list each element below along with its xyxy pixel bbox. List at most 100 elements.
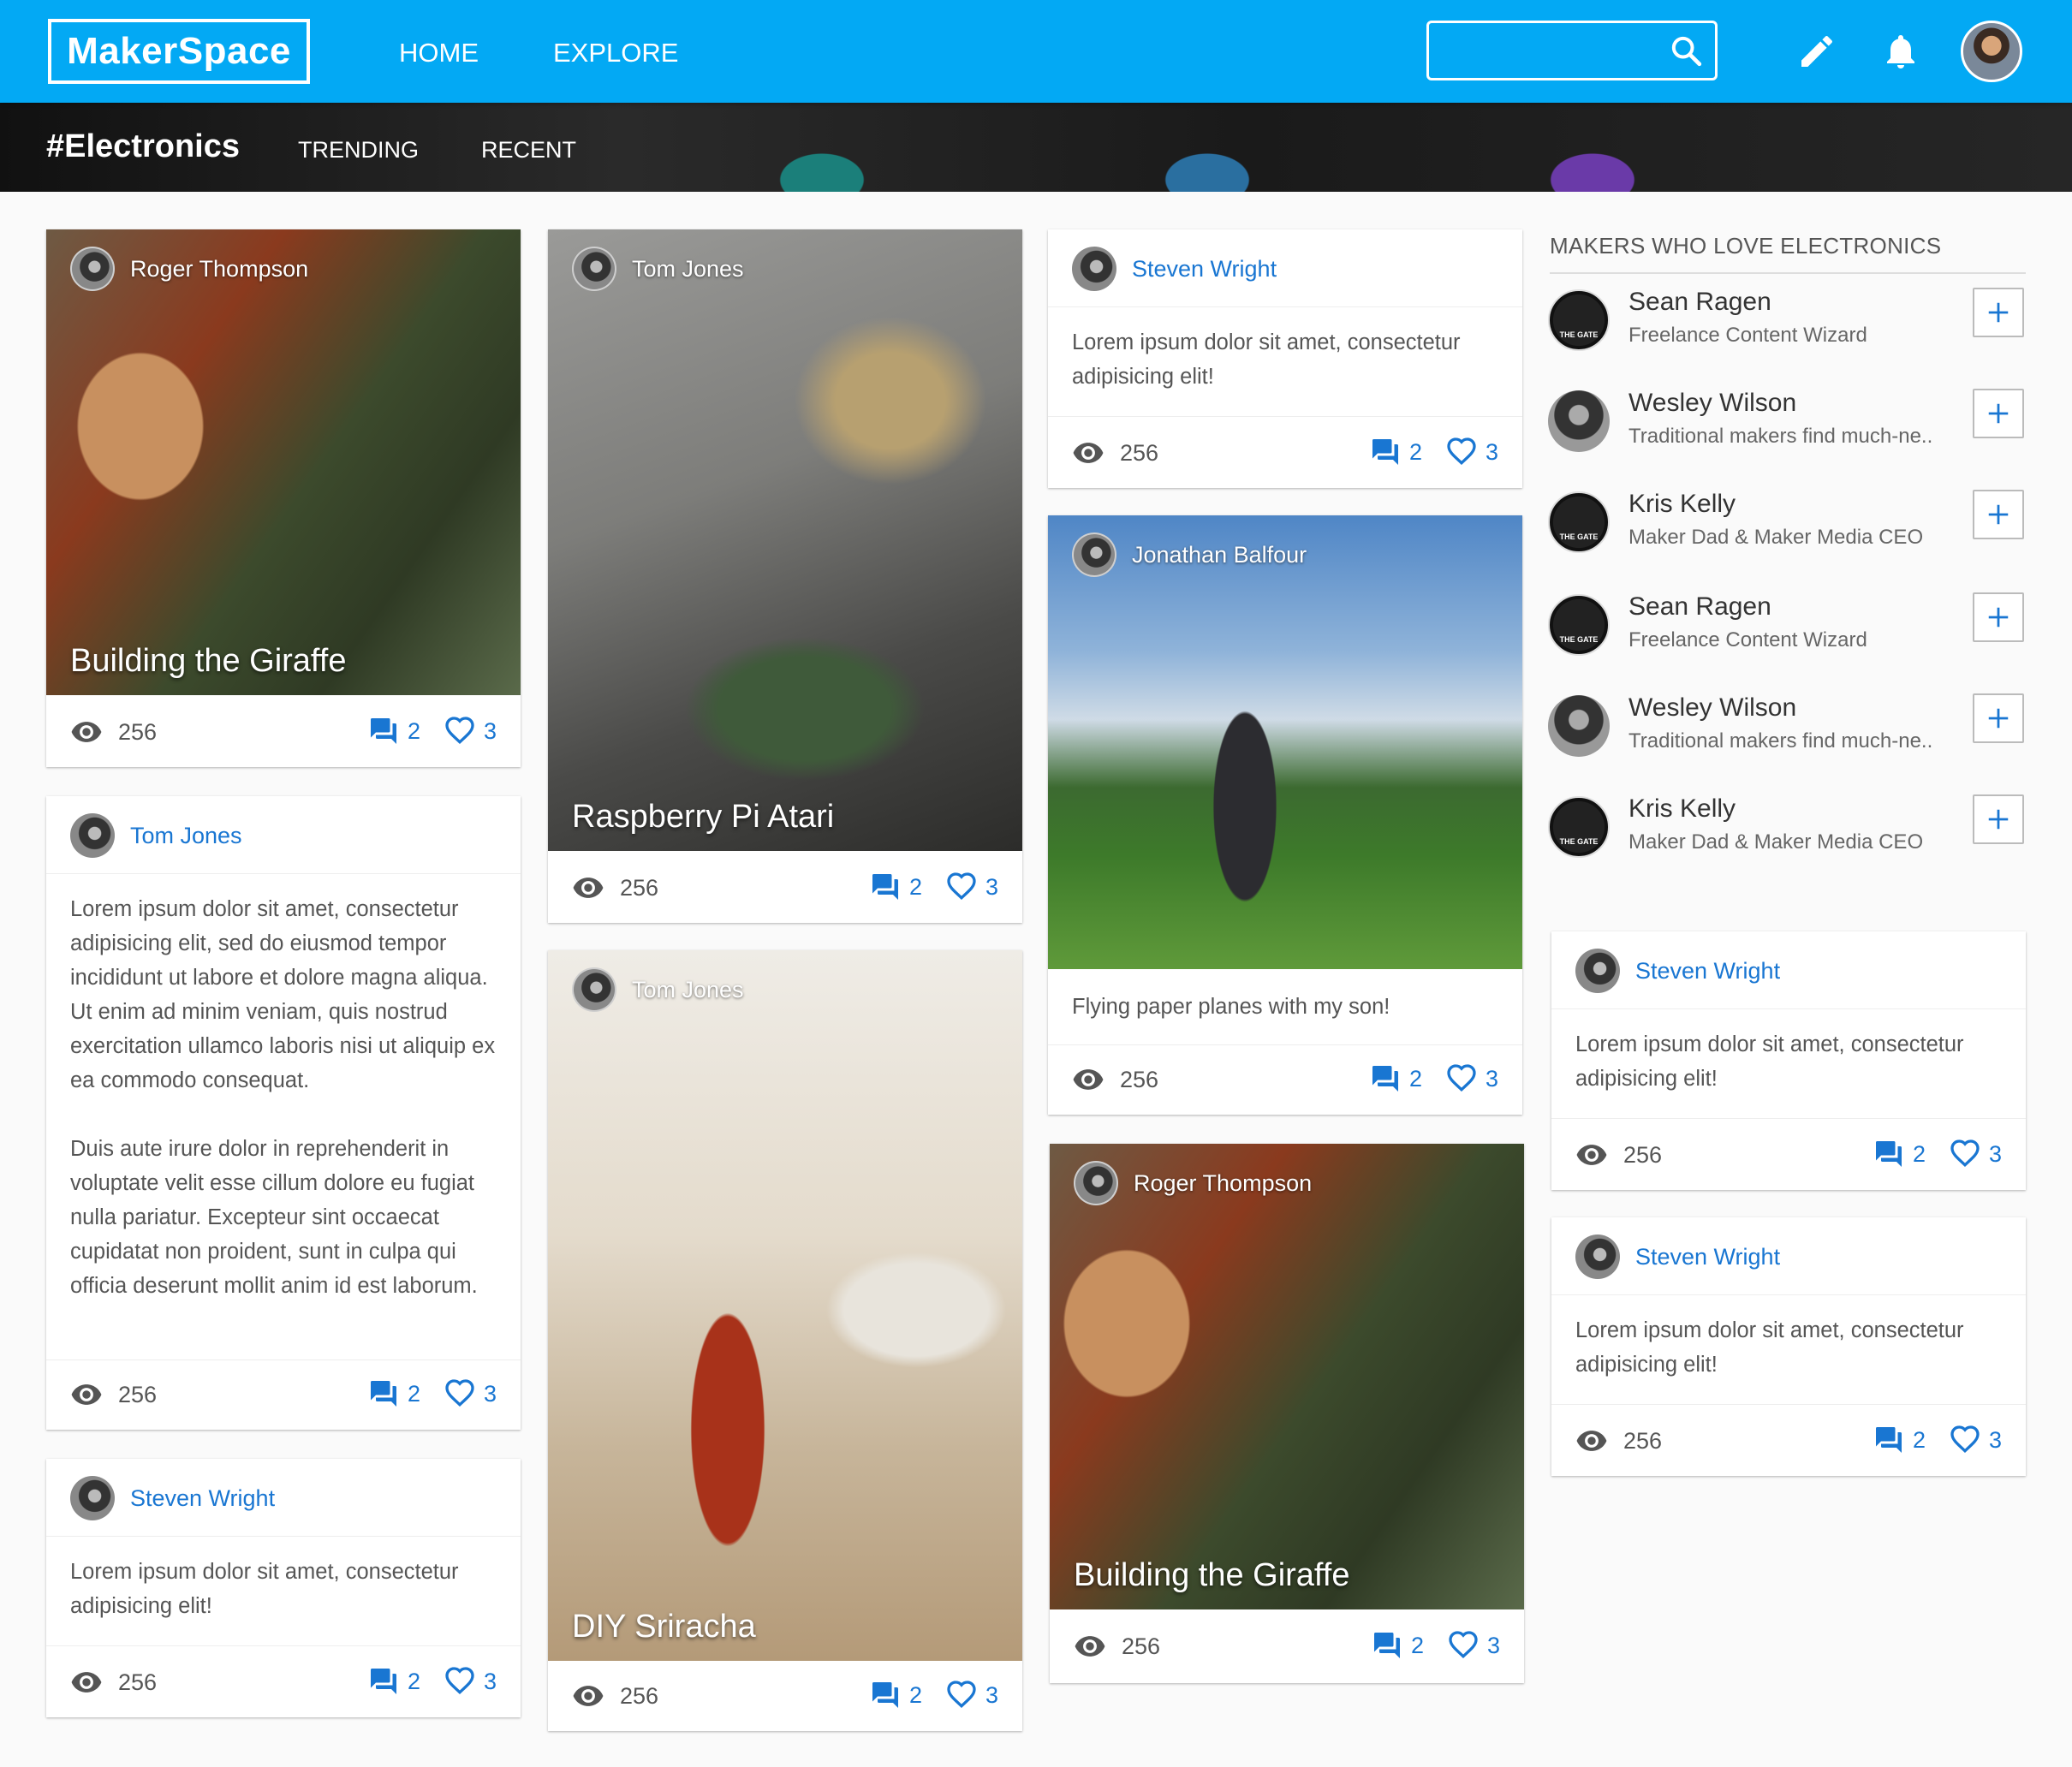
- view-count: 256: [1623, 1141, 1663, 1168]
- divider: [1551, 1404, 2026, 1405]
- post-image[interactable]: Tom Jones Raspberry Pi Atari: [548, 229, 1022, 851]
- comment-icon[interactable]: [1873, 1139, 1904, 1169]
- follow-button[interactable]: [1973, 794, 2024, 844]
- user-avatar[interactable]: [1961, 21, 2022, 82]
- tab-trending[interactable]: TRENDING: [298, 137, 419, 164]
- maker-name[interactable]: Kris Kelly: [1628, 490, 1736, 519]
- maker-avatar[interactable]: [1548, 390, 1610, 452]
- comment-icon[interactable]: [1370, 437, 1401, 467]
- maker-name[interactable]: Sean Ragen: [1628, 288, 1771, 317]
- heart-icon[interactable]: [1950, 1425, 1980, 1455]
- comment-icon[interactable]: [870, 872, 901, 902]
- app-logo[interactable]: MakerSpace: [48, 19, 310, 84]
- nav-home[interactable]: HOME: [399, 38, 479, 68]
- eye-icon: [1575, 1139, 1608, 1171]
- post-image[interactable]: Roger Thompson Building the Giraffe: [46, 229, 521, 695]
- heart-icon[interactable]: [946, 1680, 977, 1710]
- follow-button[interactable]: [1973, 693, 2024, 743]
- comment-icon[interactable]: [1370, 1063, 1401, 1094]
- heart-icon[interactable]: [444, 1666, 475, 1697]
- makers-heading: MAKERS WHO LOVE ELECTRONICS: [1550, 233, 1942, 259]
- post-card[interactable]: Tom Jones Lorem ipsum dolor sit amet, co…: [46, 796, 521, 1430]
- maker-avatar[interactable]: THE GATE: [1548, 796, 1610, 858]
- post-author[interactable]: Steven Wright: [1072, 247, 1277, 291]
- comment-icon[interactable]: [1873, 1425, 1904, 1455]
- post-card[interactable]: Tom Jones DIY Sriracha 256 2 3: [548, 950, 1022, 1731]
- post-card[interactable]: Steven Wright Lorem ipsum dolor sit amet…: [1048, 229, 1522, 488]
- comment-icon[interactable]: [368, 1666, 399, 1697]
- nav-explore[interactable]: EXPLORE: [553, 38, 678, 68]
- post-card[interactable]: Roger Thompson Building the Giraffe 256 …: [1050, 1144, 1524, 1683]
- post-card[interactable]: Steven Wright Lorem ipsum dolor sit amet…: [46, 1459, 521, 1717]
- maker-name[interactable]: Sean Ragen: [1628, 592, 1771, 622]
- heart-icon[interactable]: [1448, 1630, 1479, 1661]
- pencil-icon[interactable]: [1796, 31, 1837, 72]
- post-card[interactable]: Jonathan Balfour Flying paper planes wit…: [1048, 515, 1522, 1115]
- heart-icon[interactable]: [444, 1378, 475, 1409]
- plus-icon: [1988, 708, 2009, 729]
- divider: [1551, 1294, 2026, 1295]
- comment-icon[interactable]: [368, 716, 399, 747]
- post-author[interactable]: Tom Jones: [572, 247, 744, 291]
- post-title[interactable]: Raspberry Pi Atari: [572, 799, 834, 836]
- post-author[interactable]: Roger Thompson: [70, 247, 308, 291]
- post-stats: 256 2 3: [46, 711, 521, 753]
- divider: [46, 1536, 521, 1537]
- post-image[interactable]: Jonathan Balfour: [1048, 515, 1522, 969]
- maker-description: Maker Dad & Maker Media CEO: [1628, 830, 1924, 854]
- tab-recent[interactable]: RECENT: [481, 137, 576, 164]
- post-author[interactable]: Jonathan Balfour: [1072, 532, 1307, 577]
- heart-icon[interactable]: [946, 872, 977, 902]
- bell-icon[interactable]: [1880, 31, 1921, 72]
- comment-count: 2: [407, 1668, 420, 1694]
- follow-button[interactable]: [1973, 490, 2024, 539]
- search-box: [1426, 21, 1718, 80]
- maker-avatar[interactable]: THE GATE: [1548, 289, 1610, 351]
- maker-avatar[interactable]: THE GATE: [1548, 594, 1610, 656]
- post-text: Lorem ipsum dolor sit amet, consectetur …: [1575, 1032, 1964, 1091]
- heart-icon[interactable]: [1950, 1139, 1980, 1169]
- search-icon[interactable]: [1669, 33, 1703, 68]
- post-author[interactable]: Steven Wright: [1575, 1235, 1780, 1279]
- follow-button[interactable]: [1973, 389, 2024, 438]
- post-stats: 256 2 3: [46, 1373, 521, 1416]
- maker-avatar[interactable]: THE GATE: [1548, 491, 1610, 553]
- post-card[interactable]: Steven Wright Lorem ipsum dolor sit amet…: [1551, 931, 2026, 1190]
- post-author[interactable]: Steven Wright: [70, 1476, 275, 1520]
- post-image[interactable]: Roger Thompson Building the Giraffe: [1050, 1144, 1524, 1609]
- post-title[interactable]: DIY Sriracha: [572, 1609, 756, 1645]
- author-name: Steven Wright: [1635, 957, 1781, 984]
- post-title[interactable]: Building the Giraffe: [1074, 1557, 1350, 1594]
- post-text: Lorem ipsum dolor sit amet, consectetur …: [1575, 1318, 1964, 1377]
- maker-name[interactable]: Kris Kelly: [1628, 794, 1736, 824]
- post-image[interactable]: Tom Jones DIY Sriracha: [548, 950, 1022, 1661]
- comment-icon[interactable]: [368, 1378, 399, 1409]
- heart-icon[interactable]: [444, 716, 475, 747]
- heart-icon[interactable]: [1446, 437, 1477, 467]
- divider: [1551, 1008, 2026, 1009]
- post-author[interactable]: Tom Jones: [572, 967, 744, 1012]
- post-author[interactable]: Steven Wright: [1575, 949, 1780, 993]
- author-name: Tom Jones: [632, 976, 744, 1002]
- post-author[interactable]: Roger Thompson: [1074, 1161, 1312, 1205]
- post-author[interactable]: Tom Jones: [70, 813, 242, 858]
- view-count: 256: [1623, 1427, 1663, 1454]
- comment-count: 2: [908, 873, 922, 900]
- maker-name[interactable]: Wesley Wilson: [1628, 389, 1796, 418]
- post-card[interactable]: Roger Thompson Building the Giraffe 256 …: [46, 229, 521, 767]
- like-count: 3: [483, 1380, 497, 1407]
- post-text: Lorem ipsum dolor sit amet, consectetur …: [1072, 330, 1461, 389]
- search-input[interactable]: [1439, 32, 1662, 69]
- maker-name[interactable]: Wesley Wilson: [1628, 693, 1796, 723]
- author-avatar: [70, 813, 115, 858]
- maker-avatar[interactable]: [1548, 695, 1610, 757]
- post-title[interactable]: Building the Giraffe: [70, 643, 347, 680]
- comment-icon[interactable]: [1372, 1630, 1402, 1661]
- heart-icon[interactable]: [1446, 1063, 1477, 1094]
- comment-icon[interactable]: [870, 1680, 901, 1710]
- eye-icon: [1074, 1630, 1106, 1663]
- post-card[interactable]: Tom Jones Raspberry Pi Atari 256 2 3: [548, 229, 1022, 923]
- follow-button[interactable]: [1973, 592, 2024, 642]
- follow-button[interactable]: [1973, 288, 2024, 337]
- post-card[interactable]: Steven Wright Lorem ipsum dolor sit amet…: [1551, 1217, 2026, 1476]
